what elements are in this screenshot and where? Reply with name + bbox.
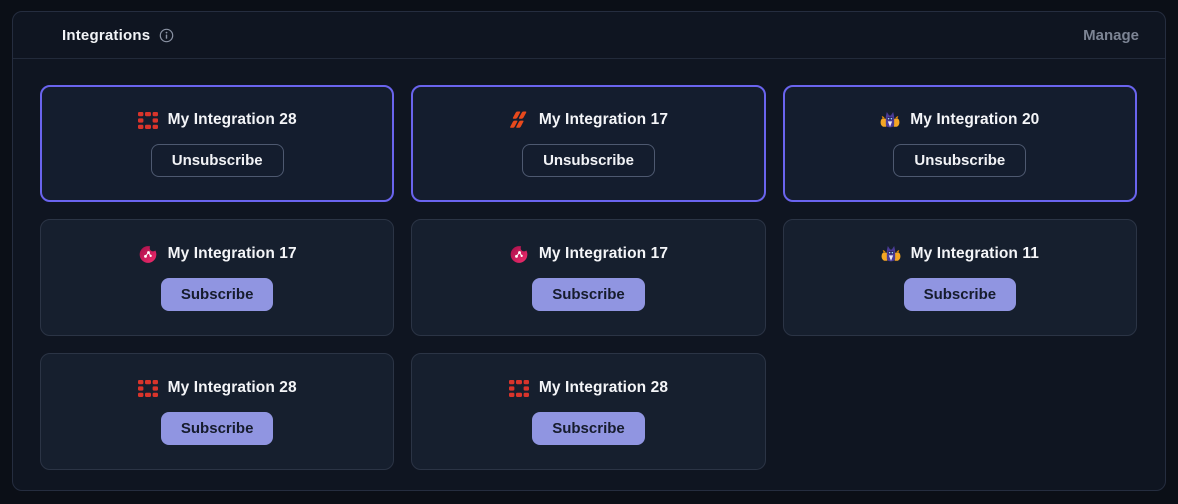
info-icon[interactable] [159,28,174,43]
integration-name: My Integration 28 [168,111,297,129]
mascot-icon [881,244,901,264]
unsubscribe-button[interactable]: Unsubscribe [151,144,284,177]
integrations-grid: My Integration 28 Unsubscribe My Integra… [13,59,1165,470]
unsubscribe-button[interactable]: Unsubscribe [522,144,655,177]
red-grid-icon [138,110,158,130]
integration-card: My Integration 11 Subscribe [783,219,1137,336]
red-grid-icon [509,378,529,398]
integration-card: My Integration 28 Subscribe [40,353,394,470]
integration-title-row: My Integration 11 [881,244,1039,264]
integration-title-row: My Integration 17 [509,110,668,130]
unsubscribe-button[interactable]: Unsubscribe [893,144,1026,177]
integration-card: My Integration 28 Subscribe [411,353,765,470]
integration-card: My Integration 17 Unsubscribe [411,85,765,202]
integration-card: My Integration 20 Unsubscribe [783,85,1137,202]
integration-name: My Integration 17 [539,245,668,263]
mascot-icon [880,110,900,130]
subscribe-button[interactable]: Subscribe [904,278,1017,311]
integration-name: My Integration 17 [539,111,668,129]
subscribe-button[interactable]: Subscribe [532,278,645,311]
integration-title-row: My Integration 17 [138,244,297,264]
page-title: Integrations [62,27,150,44]
integration-name: My Integration 11 [911,245,1039,263]
subscribe-button[interactable]: Subscribe [532,412,645,445]
integration-title-row: My Integration 28 [509,378,668,398]
integration-card: My Integration 17 Subscribe [40,219,394,336]
integration-name: My Integration 28 [539,379,668,397]
subscribe-button[interactable]: Subscribe [161,278,274,311]
integration-name: My Integration 28 [168,379,297,397]
integration-title-row: My Integration 28 [138,110,297,130]
integrations-panel: Integrations Manage My Integration 28 Un… [12,11,1166,491]
integration-title-row: My Integration 20 [880,110,1039,130]
integration-title-row: My Integration 17 [509,244,668,264]
red-grid-icon [138,378,158,398]
integration-card: My Integration 28 Unsubscribe [40,85,394,202]
integration-name: My Integration 17 [168,245,297,263]
pink-share-icon [138,244,158,264]
integration-name: My Integration 20 [910,111,1039,129]
orange-slashes-icon [509,110,529,130]
subscribe-button[interactable]: Subscribe [161,412,274,445]
integrations-header: Integrations Manage [13,12,1165,59]
integration-card: My Integration 17 Subscribe [411,219,765,336]
pink-share-icon [509,244,529,264]
manage-link[interactable]: Manage [1083,27,1139,44]
integration-title-row: My Integration 28 [138,378,297,398]
